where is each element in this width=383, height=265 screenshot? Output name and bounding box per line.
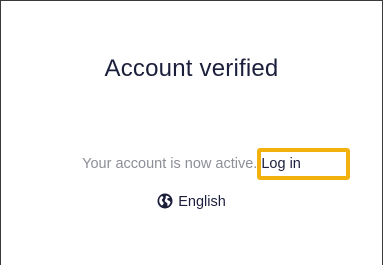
status-message: Your account is now active. (82, 156, 258, 172)
globe-icon (157, 193, 178, 210)
login-link[interactable]: Log in (261, 156, 301, 172)
language-label: English (178, 194, 226, 210)
language-selector[interactable]: English (1, 193, 382, 211)
page-title: Account verified (104, 55, 279, 82)
verification-card: Account verified Your account is now act… (0, 0, 383, 265)
status-message-line: Your account is now active. Log in (1, 155, 382, 173)
